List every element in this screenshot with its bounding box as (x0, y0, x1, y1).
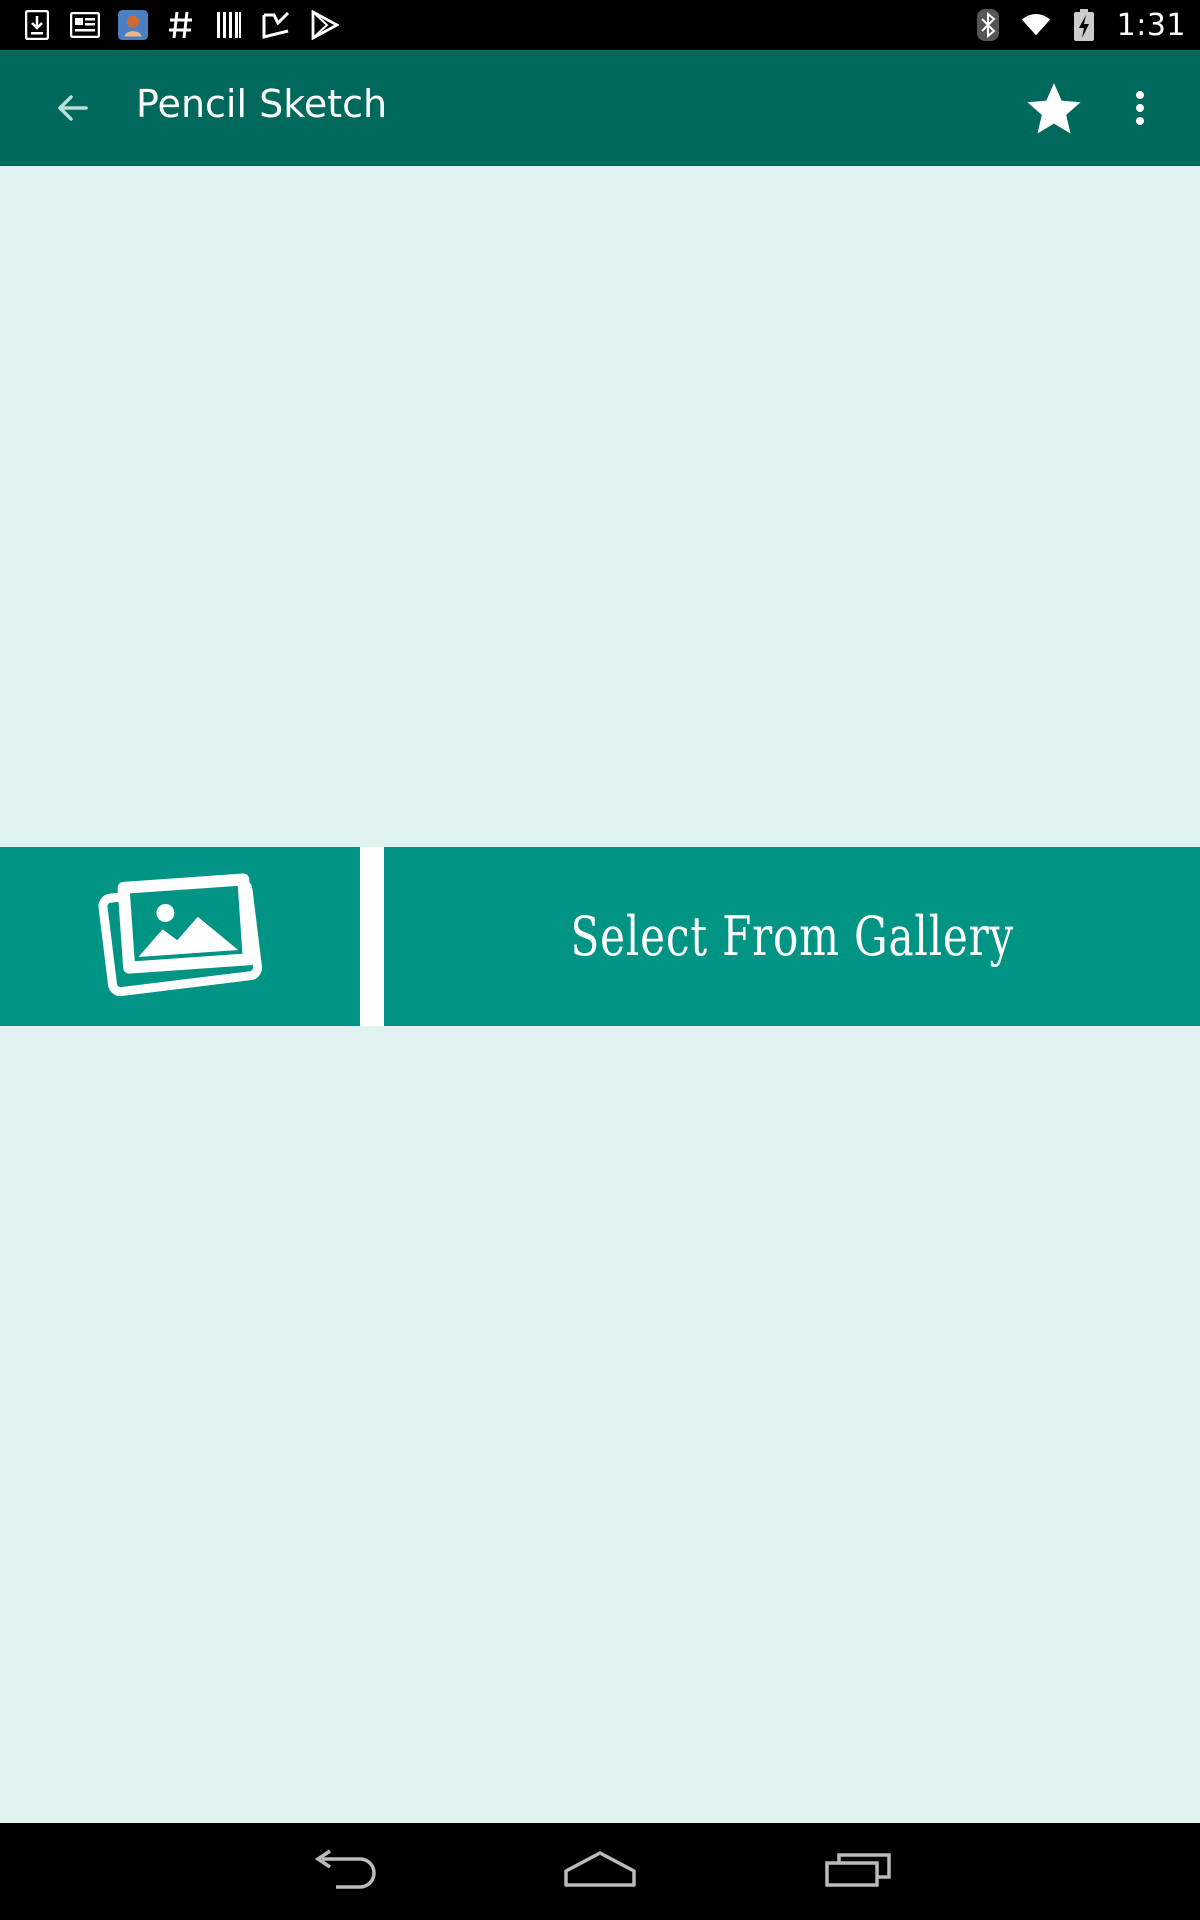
nav-home-button[interactable] (545, 1839, 655, 1903)
back-nav-icon (308, 1849, 378, 1893)
home-nav-icon (562, 1849, 638, 1893)
recents-nav-icon (823, 1849, 895, 1893)
nav-back-button[interactable] (288, 1839, 398, 1903)
battery-charging-icon (1069, 9, 1099, 41)
wifi-icon (1021, 10, 1051, 40)
more-vert-icon (1134, 90, 1146, 130)
status-bar: 1:31 (0, 0, 1200, 50)
screen: 1:31 Pencil Sketch Select From Gallery (0, 0, 1200, 1920)
app-avatar-icon (118, 10, 148, 40)
navigation-bar (0, 1823, 1200, 1920)
arrow-left-icon (52, 88, 92, 132)
select-from-gallery-button[interactable]: Select From Gallery (384, 847, 1200, 1026)
gallery-button-label: Select From Gallery (570, 905, 1014, 968)
photo-gallery-icon (95, 870, 265, 1004)
more-options-button[interactable] (1114, 78, 1166, 142)
notification-icons (0, 10, 340, 40)
news-icon (70, 10, 100, 40)
favorite-button[interactable] (1022, 78, 1086, 142)
download-icon (22, 10, 52, 40)
gallery-icon-tile[interactable] (0, 847, 360, 1026)
hashtag-icon (166, 10, 196, 40)
play-store-icon (310, 10, 340, 40)
nav-recents-button[interactable] (804, 1839, 914, 1903)
system-icons: 1:31 (973, 0, 1186, 50)
barcode-icon (214, 10, 244, 40)
gallery-row: Select From Gallery (0, 847, 1200, 1026)
page-title: Pencil Sketch (136, 82, 388, 126)
bluetooth-icon (973, 9, 1003, 41)
back-button[interactable] (42, 80, 102, 140)
divider (360, 847, 384, 1026)
app-bar: Pencil Sketch (0, 50, 1200, 166)
clock: 1:31 (1116, 7, 1186, 43)
checklist-icon (262, 10, 292, 40)
star-icon (1026, 81, 1082, 139)
